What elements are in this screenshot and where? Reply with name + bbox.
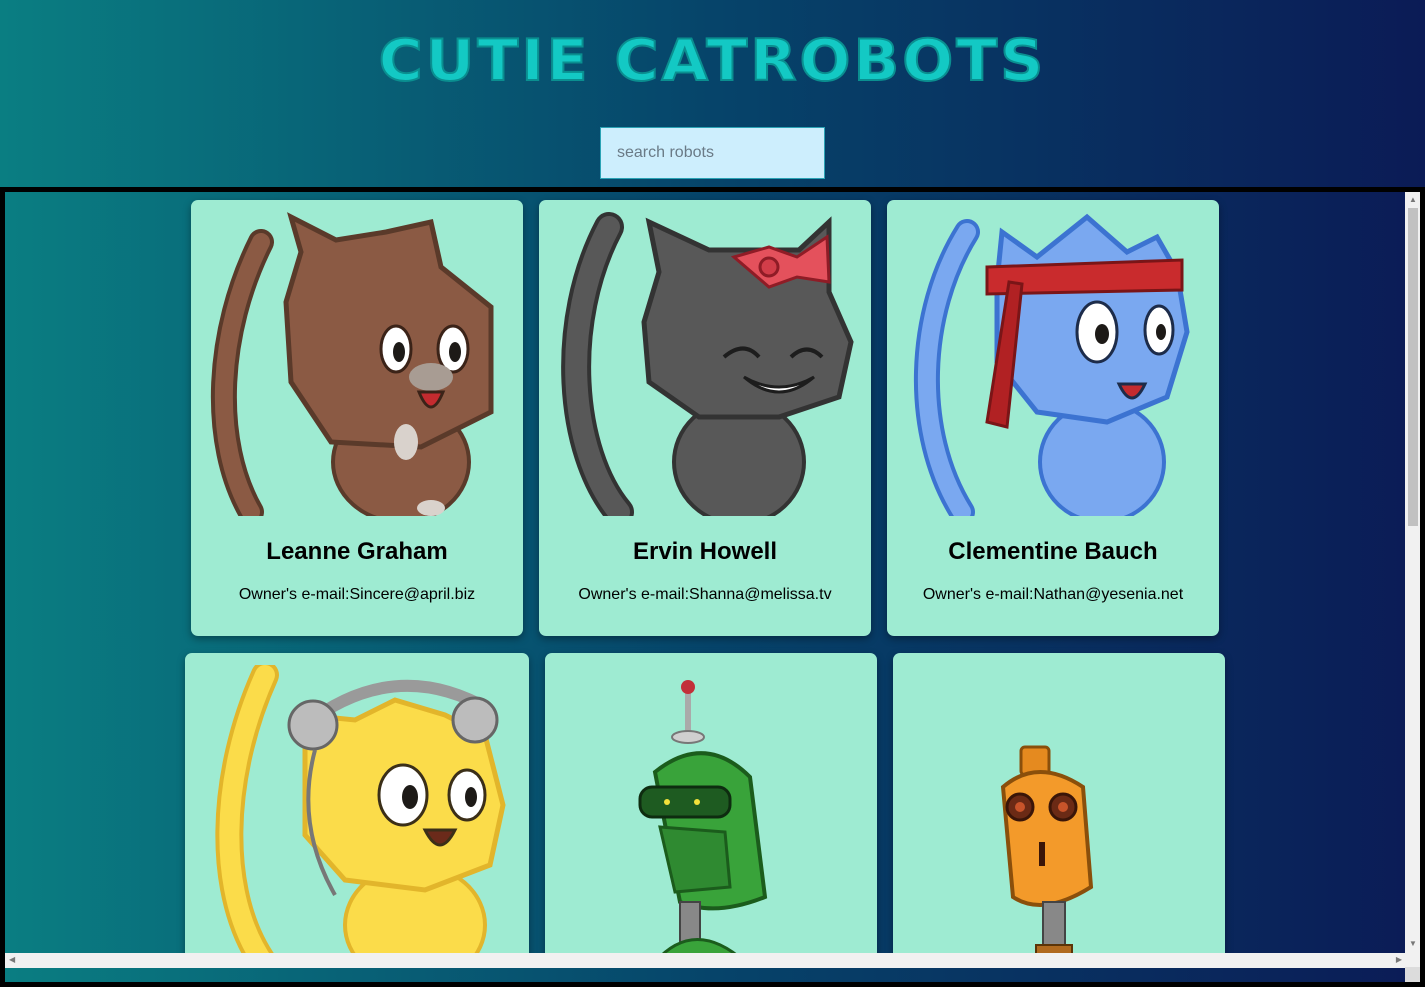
vertical-scrollbar[interactable]: ▲ ▼	[1405, 192, 1420, 968]
robot-card[interactable]: Ervin Howell Owner's e-mail:Shanna@melis…	[539, 200, 871, 636]
robot-email: Owner's e-mail:Shanna@melissa.tv	[578, 586, 832, 603]
robot-name: Ervin Howell	[632, 538, 778, 565]
scrollbar-thumb[interactable]	[1408, 208, 1418, 526]
robot-image-yellow-cat-headphones	[215, 665, 506, 968]
robot-card-list[interactable]: Leanne Graham Owner's e-mail:Sincere@apr…	[5, 192, 1406, 968]
robot-image-blue-cat-headband	[914, 213, 1190, 516]
robot-list-scroll-frame: Leanne Graham Owner's e-mail:Sincere@apr…	[0, 187, 1425, 987]
robot-email: Owner's e-mail:Nathan@yesenia.net	[922, 586, 1184, 603]
robot-image-green-robot	[638, 680, 768, 964]
robot-image-brown-cat	[210, 212, 494, 516]
robot-card[interactable]: Clementine Bauch Owner's e-mail:Nathan@y…	[887, 200, 1219, 636]
horizontal-scrollbar[interactable]: ◀ ▶	[5, 953, 1406, 968]
robot-name: Clementine Bauch	[948, 538, 1158, 565]
app-title: CUTIE CATROBOTS	[378, 27, 1047, 95]
robot-email: Owner's e-mail:Sincere@april.biz	[238, 586, 476, 603]
scrollbar-corner	[1405, 967, 1420, 982]
robot-card[interactable]	[893, 653, 1225, 968]
scroll-left-icon[interactable]: ◀	[9, 956, 15, 964]
scroll-up-icon[interactable]: ▲	[1409, 196, 1417, 204]
robot-image-grey-cat-bow	[561, 212, 854, 516]
robot-image-orange-robot	[1000, 745, 1094, 964]
scroll-down-icon[interactable]: ▼	[1409, 940, 1417, 948]
robot-name: Leanne Graham	[266, 538, 448, 565]
scroll-right-icon[interactable]: ▶	[1396, 956, 1402, 964]
robot-card[interactable]: Leanne Graham Owner's e-mail:Sincere@apr…	[191, 200, 523, 636]
search-input[interactable]	[600, 127, 825, 179]
robot-card[interactable]	[185, 653, 529, 968]
robot-card[interactable]	[545, 653, 877, 968]
